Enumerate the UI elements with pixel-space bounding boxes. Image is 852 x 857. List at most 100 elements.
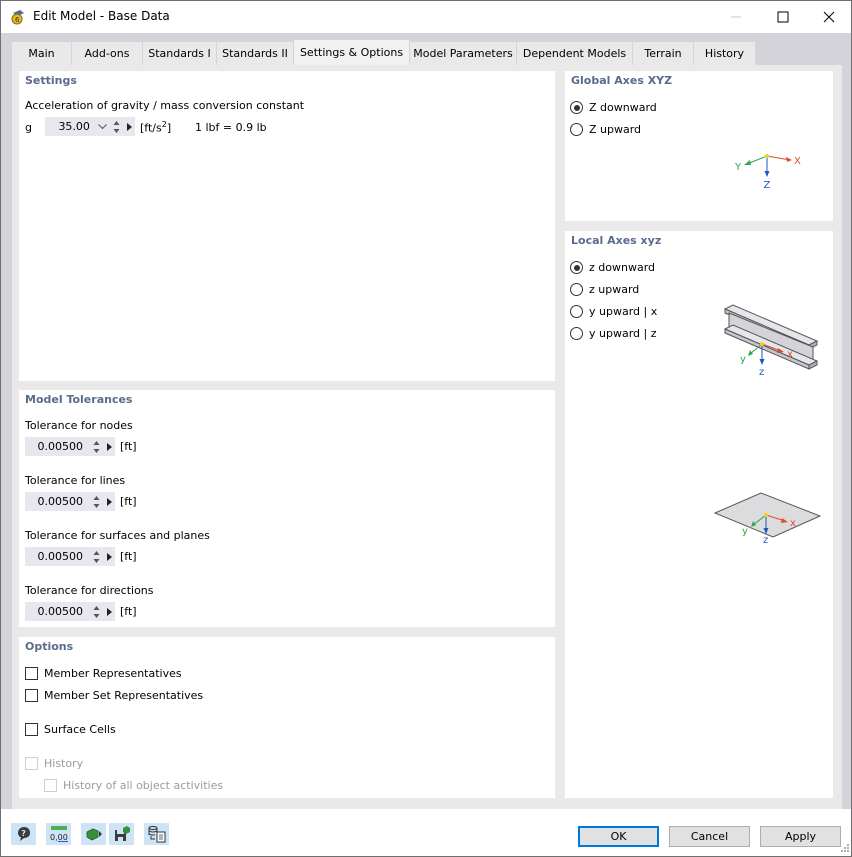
tab-dependent-models[interactable]: Dependent Models — [517, 42, 633, 65]
tolerance-surfaces-input[interactable]: 0.00500 — [25, 547, 115, 566]
local-axes-panel: Local Axes xyz z downward z upward y upw… — [565, 231, 833, 798]
close-icon — [823, 11, 835, 22]
play-arrow-icon[interactable] — [103, 607, 115, 616]
tolerance-nodes-input[interactable]: 0.00500 — [25, 437, 115, 456]
local-z-upward-label: z upward — [589, 283, 640, 296]
model-tolerances-panel: Model Tolerances Tolerance for nodes 0.0… — [19, 390, 555, 627]
member-axes-diagram: x y z — [723, 304, 819, 376]
title-bar: 6 Edit Model - Base Data — [1, 1, 851, 33]
surface-cells-label: Surface Cells — [44, 723, 116, 736]
model-tolerances-title: Model Tolerances — [25, 393, 133, 406]
local-z-upward-radio[interactable]: z upward — [570, 283, 639, 296]
local-y-upward-x-radio[interactable]: y upward | x — [570, 305, 657, 318]
radio-unselected[interactable] — [570, 123, 583, 136]
units-decimals-icon: 0,00 — [50, 826, 68, 842]
checkbox-box[interactable] — [25, 689, 38, 702]
tolerance-directions-input[interactable]: 0.00500 — [25, 602, 115, 621]
local-z-downward-radio[interactable]: z downward — [570, 261, 655, 274]
member-representatives-checkbox[interactable]: Member Representatives — [25, 667, 182, 680]
minimize-icon — [731, 16, 741, 17]
help-icon: ? — [17, 827, 30, 841]
local-y-upward-z-label: y upward | z — [589, 327, 657, 340]
tolerance-surfaces-value[interactable]: 0.00500 — [25, 550, 89, 563]
spin-arrows-icon[interactable] — [89, 550, 103, 563]
tolerance-directions-value[interactable]: 0.00500 — [25, 605, 89, 618]
checkbox-box[interactable] — [25, 667, 38, 680]
rfem-app-icon: 6 — [10, 9, 26, 25]
cancel-button[interactable]: Cancel — [669, 826, 750, 847]
gravity-input[interactable]: 35.00 — [45, 117, 135, 136]
apply-button[interactable]: Apply — [760, 826, 841, 847]
global-z-downward-radio[interactable]: Z downward — [570, 101, 657, 114]
chevron-down-icon[interactable] — [96, 123, 110, 130]
play-arrow-icon[interactable] — [103, 497, 115, 506]
tab-terrain[interactable]: Terrain — [633, 42, 694, 65]
play-arrow-icon[interactable] — [103, 442, 115, 451]
database-report-button[interactable] — [144, 823, 169, 845]
svg-text:6: 6 — [15, 16, 20, 24]
y-axis-arrow — [744, 160, 751, 165]
tab-model-parameters[interactable]: Model Parameters — [410, 42, 517, 65]
model-transfer-button[interactable] — [81, 823, 106, 845]
surface-x-axis-label: x — [790, 518, 796, 529]
spin-arrows-icon[interactable] — [110, 120, 124, 133]
window-title: Edit Model - Base Data — [33, 9, 170, 23]
spin-arrows-icon[interactable] — [89, 605, 103, 618]
tolerance-lines-label: Tolerance for lines — [25, 474, 126, 487]
maximize-button[interactable] — [760, 1, 806, 32]
settings-title: Settings — [25, 74, 77, 87]
tab-content: Settings Acceleration of gravity / mass … — [12, 65, 842, 810]
global-z-upward-radio[interactable]: Z upward — [570, 123, 641, 136]
close-button[interactable] — [806, 1, 852, 32]
tab-history[interactable]: History — [694, 42, 756, 65]
save-settings-button[interactable] — [109, 823, 134, 845]
surface-cells-checkbox[interactable]: Surface Cells — [25, 723, 116, 736]
help-button[interactable]: ? — [11, 823, 36, 845]
resize-grip-icon[interactable] — [839, 844, 849, 854]
units-decimals-button[interactable]: 0,00 — [46, 823, 71, 845]
save-settings-icon — [114, 826, 130, 841]
spin-arrows-icon[interactable] — [89, 440, 103, 453]
radio-selected[interactable] — [570, 261, 583, 274]
x-axis-arrow — [786, 157, 792, 162]
tab-main[interactable]: Main — [12, 42, 72, 65]
history-all-activities-label: History of all object activities — [63, 779, 224, 792]
tolerance-nodes-label: Tolerance for nodes — [25, 419, 133, 432]
radio-selected[interactable] — [570, 101, 583, 114]
z-axis-label: Z — [764, 180, 771, 191]
play-arrow-icon[interactable] — [123, 122, 135, 131]
surface-axes-diagram: x y z — [713, 492, 822, 546]
ok-button[interactable]: OK — [578, 826, 659, 847]
minimize-button[interactable] — [714, 1, 760, 32]
local-y-axis-arrow — [748, 350, 753, 356]
spin-arrows-icon[interactable] — [89, 495, 103, 508]
tolerance-lines-input[interactable]: 0.00500 — [25, 492, 115, 511]
local-y-upward-z-radio[interactable]: y upward | z — [570, 327, 656, 340]
radio-unselected[interactable] — [570, 305, 583, 318]
g-symbol: g — [25, 121, 32, 134]
history-label: History — [44, 757, 84, 770]
options-title: Options — [25, 640, 74, 653]
global-axes-title: Global Axes XYZ — [571, 74, 673, 87]
x-axis-label: X — [794, 156, 801, 167]
tolerance-lines-value[interactable]: 0.00500 — [25, 495, 89, 508]
checkbox-box[interactable] — [25, 723, 38, 736]
tolerance-nodes-value[interactable]: 0.00500 — [25, 440, 89, 453]
member-set-representatives-checkbox[interactable]: Member Set Representatives — [25, 689, 203, 702]
tab-standards-i[interactable]: Standards I — [143, 42, 217, 65]
local-y-axis-label: y — [740, 354, 746, 365]
tab-add-ons[interactable]: Add-ons — [72, 42, 143, 65]
tab-settings-options[interactable]: Settings & Options — [294, 40, 410, 65]
options-panel: Options Member Representatives Member Se… — [19, 637, 555, 798]
gravity-value[interactable]: 35.00 — [45, 120, 96, 133]
global-z-downward-label: Z downward — [589, 101, 657, 114]
tolerance-nodes-unit: [ft] — [120, 440, 137, 453]
maximize-icon — [777, 11, 789, 22]
checkbox-box — [44, 779, 57, 792]
play-arrow-icon[interactable] — [103, 552, 115, 561]
radio-unselected[interactable] — [570, 327, 583, 340]
radio-unselected[interactable] — [570, 283, 583, 296]
edit-model-dialog: 6 Edit Model - Base Data Main Add-ons St… — [0, 0, 852, 857]
tab-standards-ii[interactable]: Standards II — [217, 42, 294, 65]
surface-z-axis-label: z — [763, 535, 768, 546]
